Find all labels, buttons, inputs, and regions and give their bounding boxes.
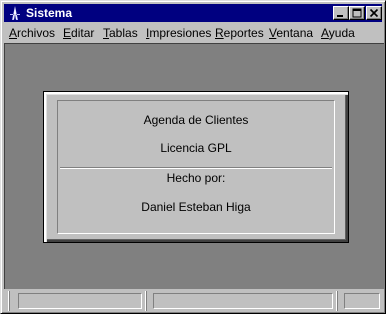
about-panel-inner: Agenda de Clientes Licencia GPL Hecho po… — [57, 100, 335, 234]
menu-impresiones[interactable]: Impresiones — [146, 25, 211, 41]
menu-reportes[interactable]: Reportes — [215, 25, 264, 41]
status-panel-2 — [153, 293, 333, 309]
window-title: Sistema — [26, 6, 73, 20]
status-grip — [336, 291, 338, 311]
made-by-label: Hecho por: — [166, 171, 226, 185]
close-icon — [369, 8, 379, 18]
menu-tablas[interactable]: Tablas — [103, 25, 138, 41]
status-grip — [145, 291, 147, 311]
app-name-label: Agenda de Clientes — [143, 113, 249, 127]
close-button[interactable] — [366, 6, 382, 20]
menu-bar: Archivos Editar Tablas Impresiones Repor… — [4, 23, 382, 42]
about-panel: Agenda de Clientes Licencia GPL Hecho po… — [43, 91, 349, 243]
minimize-button[interactable] — [333, 6, 349, 20]
app-logo-icon[interactable] — [7, 5, 23, 21]
mdi-workspace[interactable]: Agenda de Clientes Licencia GPL Hecho po… — [4, 43, 384, 289]
status-panel-1 — [18, 293, 142, 309]
menu-ayuda[interactable]: Ayuda — [321, 25, 355, 41]
menu-archivos[interactable]: Archivos — [9, 25, 55, 41]
menu-editar[interactable]: Editar — [63, 25, 94, 41]
title-bar[interactable]: Sistema — [4, 4, 382, 22]
status-grip — [8, 291, 10, 311]
maximize-icon — [352, 8, 362, 18]
maximize-button[interactable] — [349, 6, 365, 20]
status-bar — [4, 291, 384, 311]
main-window: Sistema Archivos Editar Tablas Impresion… — [0, 0, 386, 314]
license-label: Licencia GPL — [160, 141, 232, 155]
minimize-icon — [337, 15, 343, 17]
status-panel-3 — [344, 293, 380, 309]
menu-ventana[interactable]: Ventana — [269, 25, 313, 41]
separator — [60, 167, 332, 169]
author-label: Daniel Esteban Higa — [141, 200, 251, 214]
